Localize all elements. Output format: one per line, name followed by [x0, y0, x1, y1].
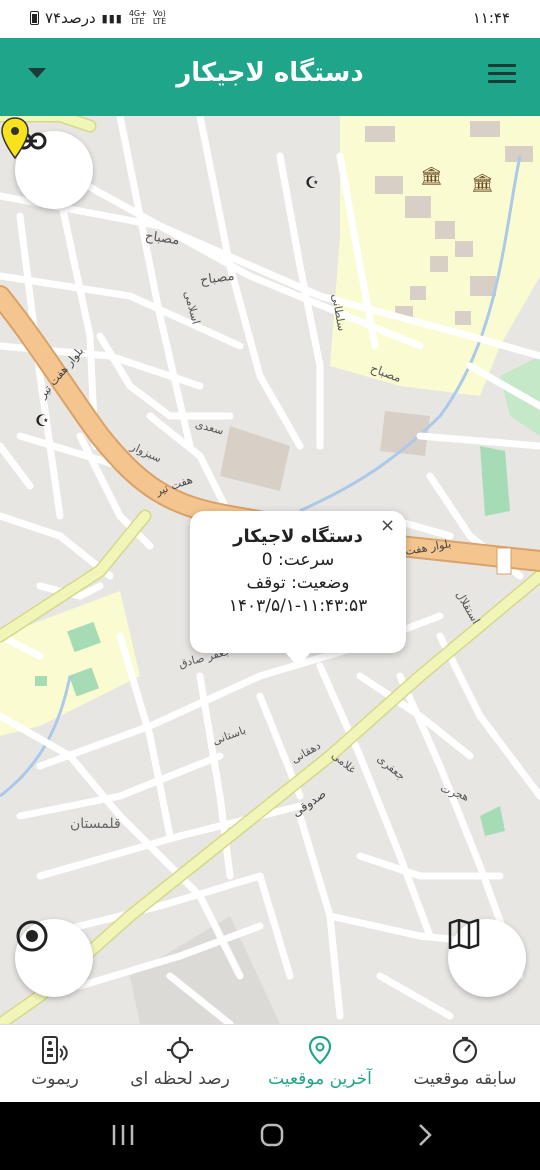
- locate-icon: [16, 920, 48, 952]
- device-info-popup: × دستگاه لاجیکار سرعت: 0 وضعیت: توقف ۱۴۰…: [190, 511, 406, 667]
- nav-label: آخرین موقعیت: [268, 1069, 372, 1089]
- street-label: قلمستان: [70, 816, 121, 832]
- popup-timestamp: ۱۴۰۳/۵/۱-۱۱:۴۳:۵۳: [228, 596, 368, 616]
- speed-label: سرعت:: [278, 550, 335, 570]
- status-value: توقف: [246, 573, 286, 593]
- device-dropdown-icon[interactable]: [28, 68, 46, 78]
- location-pin-icon: [308, 1035, 332, 1065]
- nav-live-tracking[interactable]: رصد لحظه ای: [110, 1025, 250, 1102]
- svg-text:🏛: 🏛: [420, 166, 443, 187]
- popup-title: دستگاه لاجیکار: [233, 526, 363, 547]
- battery-icon: [30, 11, 39, 25]
- bottom-navigation: سابقه موقعیت آخرین موقعیت رصد لحظه ای ری…: [0, 1024, 540, 1102]
- svg-text:🏛: 🏛: [471, 173, 494, 194]
- device-marker-icon[interactable]: [0, 116, 30, 160]
- close-icon[interactable]: ×: [380, 515, 395, 536]
- nav-remote[interactable]: ریموت: [0, 1025, 110, 1102]
- volte-icon: Vo) LTE: [152, 9, 167, 26]
- svg-text:☪: ☪: [305, 173, 319, 192]
- locate-me-button[interactable]: [15, 919, 93, 997]
- system-navigation-bar: [0, 1102, 540, 1170]
- nav-last-location[interactable]: آخرین موقعیت: [250, 1025, 390, 1102]
- recent-apps-icon[interactable]: [110, 1122, 136, 1148]
- map-layers-button[interactable]: [448, 919, 526, 997]
- status-time: ۱۱:۴۴: [472, 9, 510, 27]
- remote-icon: [42, 1036, 68, 1064]
- back-icon[interactable]: [412, 1122, 438, 1148]
- network-type: 4G+ LTE: [128, 9, 147, 26]
- svg-text:☪: ☪: [35, 411, 49, 430]
- popup-speed: سرعت: 0: [190, 550, 406, 570]
- history-icon: [452, 1036, 478, 1064]
- status-bar: ۷۴درصد ▮▮▮ 4G+ LTE Vo) LTE ۱۱:۴۴: [0, 0, 540, 38]
- page-title: دستگاه لاجیکار: [176, 58, 364, 88]
- home-icon[interactable]: [259, 1122, 285, 1148]
- crosshair-icon: [167, 1037, 193, 1063]
- signal-icon: ▮▮▮: [101, 11, 123, 25]
- map-layers-icon: [448, 919, 480, 949]
- nav-label: رصد لحظه ای: [130, 1069, 230, 1089]
- nav-location-history[interactable]: سابقه موقعیت: [390, 1025, 540, 1102]
- app-bar: دستگاه لاجیکار: [0, 38, 540, 116]
- popup-status: وضعیت: توقف: [190, 573, 406, 593]
- nav-label: سابقه موقعیت: [413, 1069, 517, 1089]
- speed-value: 0: [261, 550, 273, 570]
- map-view[interactable]: ☪ ☪ 🏛 🏛 مصباح مصباح مصباح بلوار هفت تیر …: [0, 116, 540, 1024]
- status-label: وضعیت:: [291, 573, 350, 593]
- battery-level: ۷۴درصد: [45, 9, 96, 27]
- status-left: ۷۴درصد ▮▮▮ 4G+ LTE Vo) LTE: [30, 9, 166, 27]
- nav-label: ریموت: [31, 1069, 79, 1089]
